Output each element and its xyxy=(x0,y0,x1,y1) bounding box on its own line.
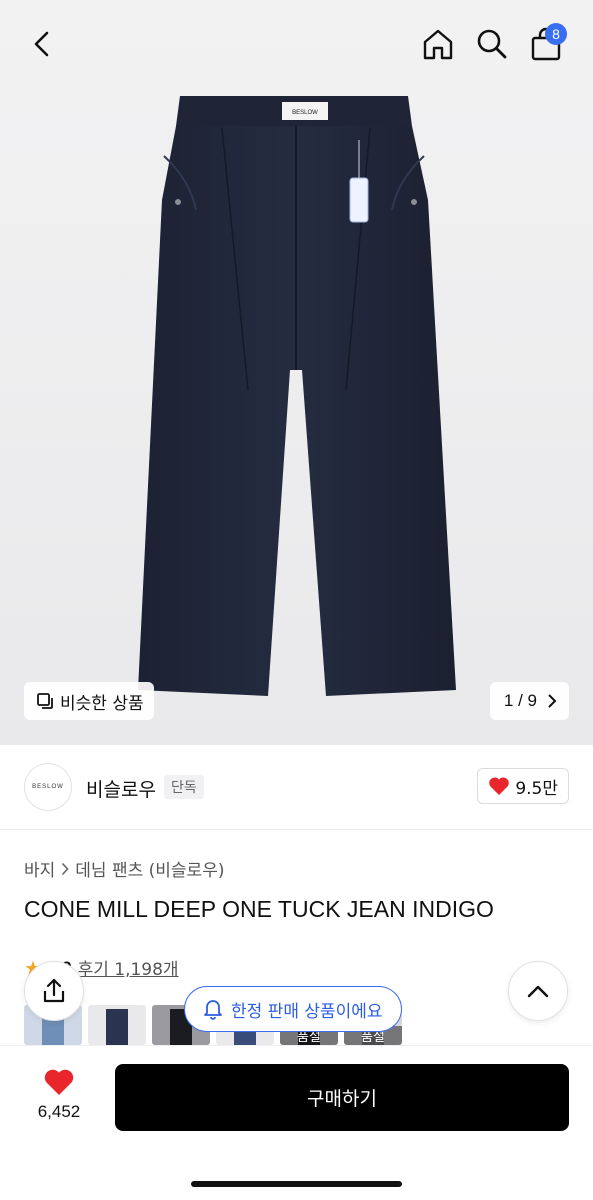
heart-icon xyxy=(44,1069,74,1095)
chevron-right-icon xyxy=(548,694,557,708)
review-count-link[interactable]: 후기 1,198개 xyxy=(78,955,179,980)
brand-logo[interactable]: BESLOW xyxy=(24,763,72,811)
bell-icon xyxy=(204,1000,222,1020)
share-button[interactable] xyxy=(24,961,84,1021)
brand-like-count: 9.5만 xyxy=(515,778,558,799)
brand-row: BESLOW 비슬로우 단독 9.5만 xyxy=(0,745,593,830)
home-button[interactable] xyxy=(416,22,460,66)
home-icon xyxy=(423,29,453,60)
brand-like-button[interactable]: 9.5만 xyxy=(477,768,569,804)
product-image-area[interactable]: 8 BESLOW 비슷한 상품 1 / 9 xyxy=(0,0,593,745)
wishlist-count: 6,452 xyxy=(37,1102,81,1121)
product-title: CONE MILL DEEP ONE TUCK JEAN INDIGO xyxy=(24,896,494,922)
product-jeans-image: BESLOW xyxy=(138,96,456,696)
chevron-right-icon xyxy=(62,862,69,875)
similar-products-button[interactable]: 비슷한 상품 xyxy=(24,682,154,720)
wishlist-button[interactable]: 6,452 xyxy=(24,1068,94,1122)
breadcrumb: 바지 데님 팬츠 (비슬로우) xyxy=(24,856,224,881)
limited-sale-notice[interactable]: 한정 판매 상품이에요 xyxy=(184,986,402,1032)
page-indicator-text: 1 / 9 xyxy=(503,691,537,710)
chevron-up-icon xyxy=(527,985,549,998)
share-icon xyxy=(43,978,65,1003)
home-indicator xyxy=(191,1181,402,1187)
chevron-left-icon xyxy=(34,31,49,57)
color-option-thumb[interactable] xyxy=(88,1005,146,1045)
heart-icon xyxy=(489,777,510,795)
brand-logo-text: BESLOW xyxy=(32,784,64,790)
waistband-label: BESLOW xyxy=(292,110,318,116)
scroll-top-button[interactable] xyxy=(508,961,568,1021)
similar-products-label: 비슷한 상품 xyxy=(60,693,144,714)
buy-button[interactable]: 구매하기 xyxy=(115,1064,569,1131)
bottom-action-bar: 6,452 구매하기 xyxy=(0,1045,593,1200)
search-button[interactable] xyxy=(470,22,514,66)
cart-count-badge: 8 xyxy=(545,23,567,45)
breadcrumb-category[interactable]: 바지 xyxy=(24,856,55,881)
cart-button[interactable]: 8 xyxy=(524,22,568,66)
copy-icon xyxy=(37,693,53,709)
limited-sale-label: 한정 판매 상품이에요 xyxy=(231,1001,383,1022)
search-icon xyxy=(477,29,507,59)
back-button[interactable] xyxy=(20,22,64,66)
image-page-indicator[interactable]: 1 / 9 xyxy=(489,682,569,720)
exclusive-badge: 단독 xyxy=(164,775,204,799)
brand-name[interactable]: 비슬로우 xyxy=(86,775,156,802)
breadcrumb-subcategory[interactable]: 데님 팬츠 (비슬로우) xyxy=(75,856,224,881)
